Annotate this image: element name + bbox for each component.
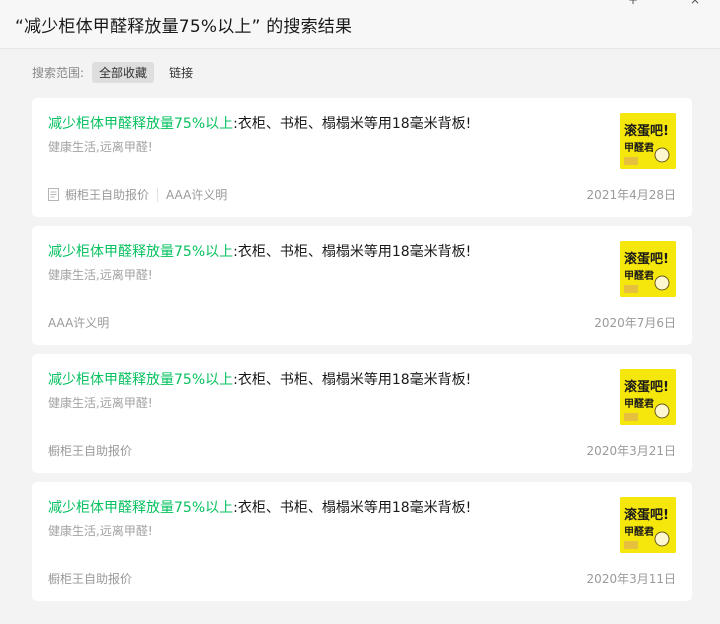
result-meta: 橱柜王自助报价: [48, 570, 132, 587]
result-source: 橱柜王自助报价: [65, 188, 150, 202]
result-thumbnail: 滚蛋吧! 甲醛君: [620, 497, 676, 553]
page-title: “减少柜体甲醛释放量75%以上” 的搜索结果: [15, 17, 353, 37]
result-description: 健康生活,远离甲醛!: [48, 396, 153, 410]
close-icon[interactable]: ×: [688, 0, 702, 6]
result-source: AAA许义明: [48, 316, 110, 330]
thumb-text-line1: 滚蛋吧!: [624, 251, 669, 267]
search-scope-bar: 搜索范围: 全部收藏 链接: [32, 61, 200, 83]
maximize-icon[interactable]: +: [626, 0, 640, 6]
result-source: 橱柜王自助报价: [48, 572, 133, 586]
result-description: 健康生活,远离甲醛!: [48, 140, 153, 154]
result-title: 减少柜体甲醛释放量75%以上:衣柜、书柜、榻榻米等用18毫米背板!: [48, 241, 471, 261]
thumb-text-line1: 滚蛋吧!: [624, 123, 669, 139]
results-list: 减少柜体甲醛释放量75%以上:衣柜、书柜、榻榻米等用18毫米背板! 健康生活,远…: [32, 98, 692, 610]
thumb-text-line2: 甲醛君: [624, 397, 654, 410]
title-rest: :衣柜、书柜、榻榻米等用18毫米背板!: [233, 116, 472, 132]
result-card[interactable]: 减少柜体甲醛释放量75%以上:衣柜、书柜、榻榻米等用18毫米背板! 健康生活,远…: [32, 354, 692, 473]
window-header: “减少柜体甲醛释放量75%以上” 的搜索结果 + ×: [0, 0, 720, 49]
result-date: 2020年3月21日: [586, 444, 676, 458]
thumb-text-line1: 滚蛋吧!: [624, 507, 669, 523]
result-description: 健康生活,远离甲醛!: [48, 268, 153, 282]
result-meta: 橱柜王自助报价 AAA许义明: [48, 186, 227, 203]
result-source: 橱柜王自助报价: [48, 444, 133, 458]
title-highlight: 减少柜体甲醛释放量75%以上: [48, 244, 234, 260]
meta-divider: [157, 187, 159, 202]
result-thumbnail: 滚蛋吧! 甲醛君: [620, 369, 676, 425]
result-date: 2020年7月6日: [594, 316, 676, 330]
result-card[interactable]: 减少柜体甲醛释放量75%以上:衣柜、书柜、榻榻米等用18毫米背板! 健康生活,远…: [32, 482, 692, 601]
title-highlight: 减少柜体甲醛释放量75%以上: [48, 500, 234, 516]
result-thumbnail: 滚蛋吧! 甲醛君: [620, 241, 676, 297]
result-author: AAA许义明: [166, 188, 228, 202]
title-rest: :衣柜、书柜、榻榻米等用18毫米背板!: [233, 372, 472, 388]
tab-links[interactable]: 链接: [162, 62, 200, 83]
title-rest: :衣柜、书柜、榻榻米等用18毫米背板!: [233, 244, 472, 260]
title-highlight: 减少柜体甲醛释放量75%以上: [48, 116, 234, 132]
result-meta: AAA许义明: [48, 314, 109, 331]
result-thumbnail: 滚蛋吧! 甲醛君: [620, 113, 676, 169]
result-meta: 橱柜王自助报价: [48, 442, 132, 459]
title-rest: :衣柜、书柜、榻榻米等用18毫米背板!: [233, 500, 472, 516]
thumb-text-line2: 甲醛君: [624, 525, 654, 538]
result-card[interactable]: 减少柜体甲醛释放量75%以上:衣柜、书柜、榻榻米等用18毫米背板! 健康生活,远…: [32, 98, 692, 217]
tab-all-favorites[interactable]: 全部收藏: [92, 61, 155, 83]
result-date: 2021年4月28日: [586, 188, 676, 202]
result-card[interactable]: 减少柜体甲醛释放量75%以上:衣柜、书柜、榻榻米等用18毫米背板! 健康生活,远…: [32, 226, 692, 345]
scope-label: 搜索范围:: [32, 65, 85, 80]
document-icon: [48, 188, 59, 201]
result-description: 健康生活,远离甲醛!: [48, 524, 153, 538]
thumb-text-line1: 滚蛋吧!: [624, 379, 669, 395]
thumb-text-line2: 甲醛君: [624, 269, 654, 282]
result-title: 减少柜体甲醛释放量75%以上:衣柜、书柜、榻榻米等用18毫米背板!: [48, 369, 471, 389]
thumb-text-line2: 甲醛君: [624, 141, 654, 154]
result-title: 减少柜体甲醛释放量75%以上:衣柜、书柜、榻榻米等用18毫米背板!: [48, 497, 471, 517]
title-highlight: 减少柜体甲醛释放量75%以上: [48, 372, 234, 388]
result-title: 减少柜体甲醛释放量75%以上:衣柜、书柜、榻榻米等用18毫米背板!: [48, 113, 471, 133]
result-date: 2020年3月11日: [586, 572, 676, 586]
